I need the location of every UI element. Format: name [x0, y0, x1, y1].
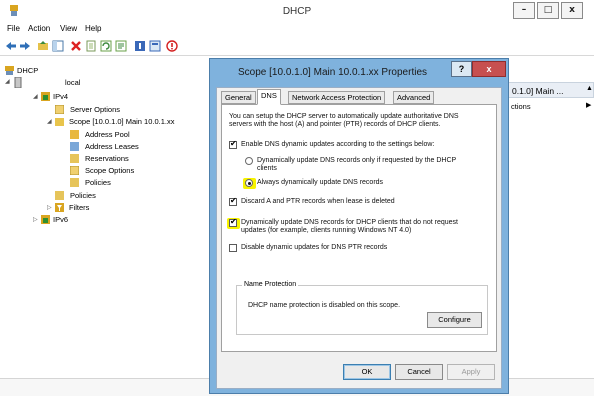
tree-label-address-pool: Address Pool	[85, 130, 130, 139]
server-icon	[14, 77, 22, 88]
tree-label-reservations: Reservations	[85, 154, 129, 163]
maximize-button[interactable]: □	[537, 2, 559, 19]
dialog-close-button[interactable]: x	[472, 61, 506, 77]
ipv4-icon	[41, 92, 50, 101]
expand-icon[interactable]: ▷	[47, 202, 52, 213]
menu-bar: File Action View Help	[0, 23, 594, 36]
actions-header[interactable]: 0.1.0] Main ... ▲	[508, 82, 594, 98]
cancel-button[interactable]: Cancel	[395, 364, 443, 380]
collapse-icon[interactable]: ◢	[33, 91, 38, 102]
minimize-button[interactable]: –	[513, 2, 535, 19]
dialog-title: Scope [10.0.1.0] Main 10.0.1.xx Properti…	[238, 67, 427, 78]
apply-button[interactable]: Apply	[447, 364, 495, 380]
tab-general[interactable]: General	[221, 91, 256, 104]
delete-icon[interactable]	[70, 40, 82, 52]
tree-label-scope: Scope [10.0.1.0] Main 10.0.1.xx	[69, 117, 175, 126]
tree-label-ipv4: IPv4	[53, 92, 69, 101]
tree-label-address-leases: Address Leases	[85, 142, 139, 151]
scope-properties-dialog: Scope [10.0.1.0] Main 10.0.1.xx Properti…	[209, 58, 509, 394]
tree-label-ipv4-policies: Policies	[70, 191, 96, 200]
intro-text-line2: servers with the host (A) and pointer (P…	[229, 121, 441, 128]
enable-dns-updates-checkbox[interactable]	[229, 139, 237, 149]
collapse-icon[interactable]: ◢	[47, 116, 52, 127]
configure-button[interactable]: Configure	[427, 312, 482, 328]
dialog-body: General DNS Network Access Protection Ad…	[216, 87, 502, 389]
submenu-arrow-icon: ▶	[586, 102, 592, 109]
more-actions-label: ctions	[511, 102, 531, 111]
actions-header-label: 0.1.0] Main ...	[512, 86, 564, 96]
server-options-icon	[55, 105, 64, 114]
policies-icon	[70, 178, 79, 187]
discard-records-label: Discard A and PTR records when lease is …	[241, 198, 395, 205]
tree-label-filters: Filters	[69, 203, 90, 212]
tree-label-scope-options: Scope Options	[85, 166, 135, 175]
properties-icon[interactable]	[115, 40, 127, 52]
actions-pane: 0.1.0] Main ... ▲ ctions ▶	[508, 80, 594, 120]
disable-ptr-updates-checkbox[interactable]	[229, 244, 237, 252]
scope-options-icon	[70, 166, 79, 175]
window-titlebar: DHCP – □ x	[0, 0, 594, 23]
discard-records-checkbox[interactable]	[229, 196, 237, 206]
name-protection-title: Name Protection	[242, 281, 299, 288]
ok-button[interactable]: OK	[343, 364, 391, 380]
update-if-requested-radio[interactable]	[245, 157, 253, 165]
window-title: DHCP	[282, 6, 312, 17]
name-protection-status: DHCP name protection is disabled on this…	[248, 302, 401, 309]
menu-view[interactable]: View	[60, 24, 77, 33]
disable-ptr-updates-label: Disable dynamic updates for DNS PTR reco…	[241, 244, 388, 251]
folder-up-icon[interactable]	[37, 40, 49, 52]
tab-dns[interactable]: DNS	[257, 89, 281, 105]
dynamic-update-clients-checkbox[interactable]	[229, 217, 237, 227]
always-update-label: Always dynamically update DNS records	[257, 179, 384, 186]
close-window-button[interactable]: x	[561, 2, 583, 19]
scope-folder-icon	[55, 118, 64, 126]
tree-label-ipv6: IPv6	[53, 215, 69, 224]
always-update-radio[interactable]	[245, 179, 253, 187]
dynamic-update-clients-label-line2: updates (for example, clients running Wi…	[241, 227, 412, 234]
ipv6-icon	[41, 215, 50, 224]
tree-label-dhcp: DHCP	[17, 66, 39, 75]
dhcp-icon	[5, 66, 14, 75]
address-pool-icon	[70, 130, 79, 139]
tab-advanced[interactable]: Advanced	[393, 91, 435, 104]
more-actions-row[interactable]: ctions ▶	[508, 100, 594, 114]
update-if-requested-label-line2: clients	[257, 165, 277, 172]
back-icon[interactable]	[5, 40, 17, 52]
tab-network-access-protection[interactable]: Network Access Protection	[288, 91, 386, 104]
collapse-up-icon[interactable]: ▲	[586, 85, 593, 92]
console-tree: DHCP ◢ local ◢ IPv4 Server Options ◢ Sco…	[0, 57, 215, 375]
dialog-titlebar[interactable]: Scope [10.0.1.0] Main 10.0.1.xx Properti…	[210, 59, 508, 85]
address-leases-icon	[70, 142, 79, 151]
enable-dns-updates-label: Enable DNS dynamic updates according to …	[241, 141, 435, 148]
tree-label-scope-policies: Policies	[85, 178, 111, 187]
menu-file[interactable]: File	[7, 24, 20, 33]
menu-action[interactable]: Action	[28, 24, 50, 33]
expand-icon[interactable]: ▷	[33, 214, 38, 225]
update-if-requested-label-line1: Dynamically update DNS records only if r…	[257, 157, 457, 164]
export-icon[interactable]	[85, 40, 97, 52]
dialog-help-button[interactable]: ?	[451, 61, 472, 77]
reservations-icon	[70, 154, 79, 163]
tree-label-server: local	[65, 78, 81, 87]
tree-label-server-options: Server Options	[70, 105, 121, 114]
dns-tab-page: You can setup the DHCP server to automat…	[221, 104, 497, 352]
view-icon[interactable]	[149, 40, 161, 52]
toolbar	[0, 36, 594, 56]
refresh-icon[interactable]	[100, 40, 112, 52]
help-icon[interactable]	[134, 40, 146, 52]
stop-icon[interactable]	[166, 40, 178, 52]
filters-icon	[55, 203, 64, 212]
show-hide-tree-icon[interactable]	[52, 40, 64, 52]
policies-icon	[55, 191, 64, 200]
collapse-icon[interactable]: ◢	[5, 76, 10, 87]
forward-icon[interactable]	[19, 40, 31, 52]
menu-help[interactable]: Help	[85, 24, 101, 33]
